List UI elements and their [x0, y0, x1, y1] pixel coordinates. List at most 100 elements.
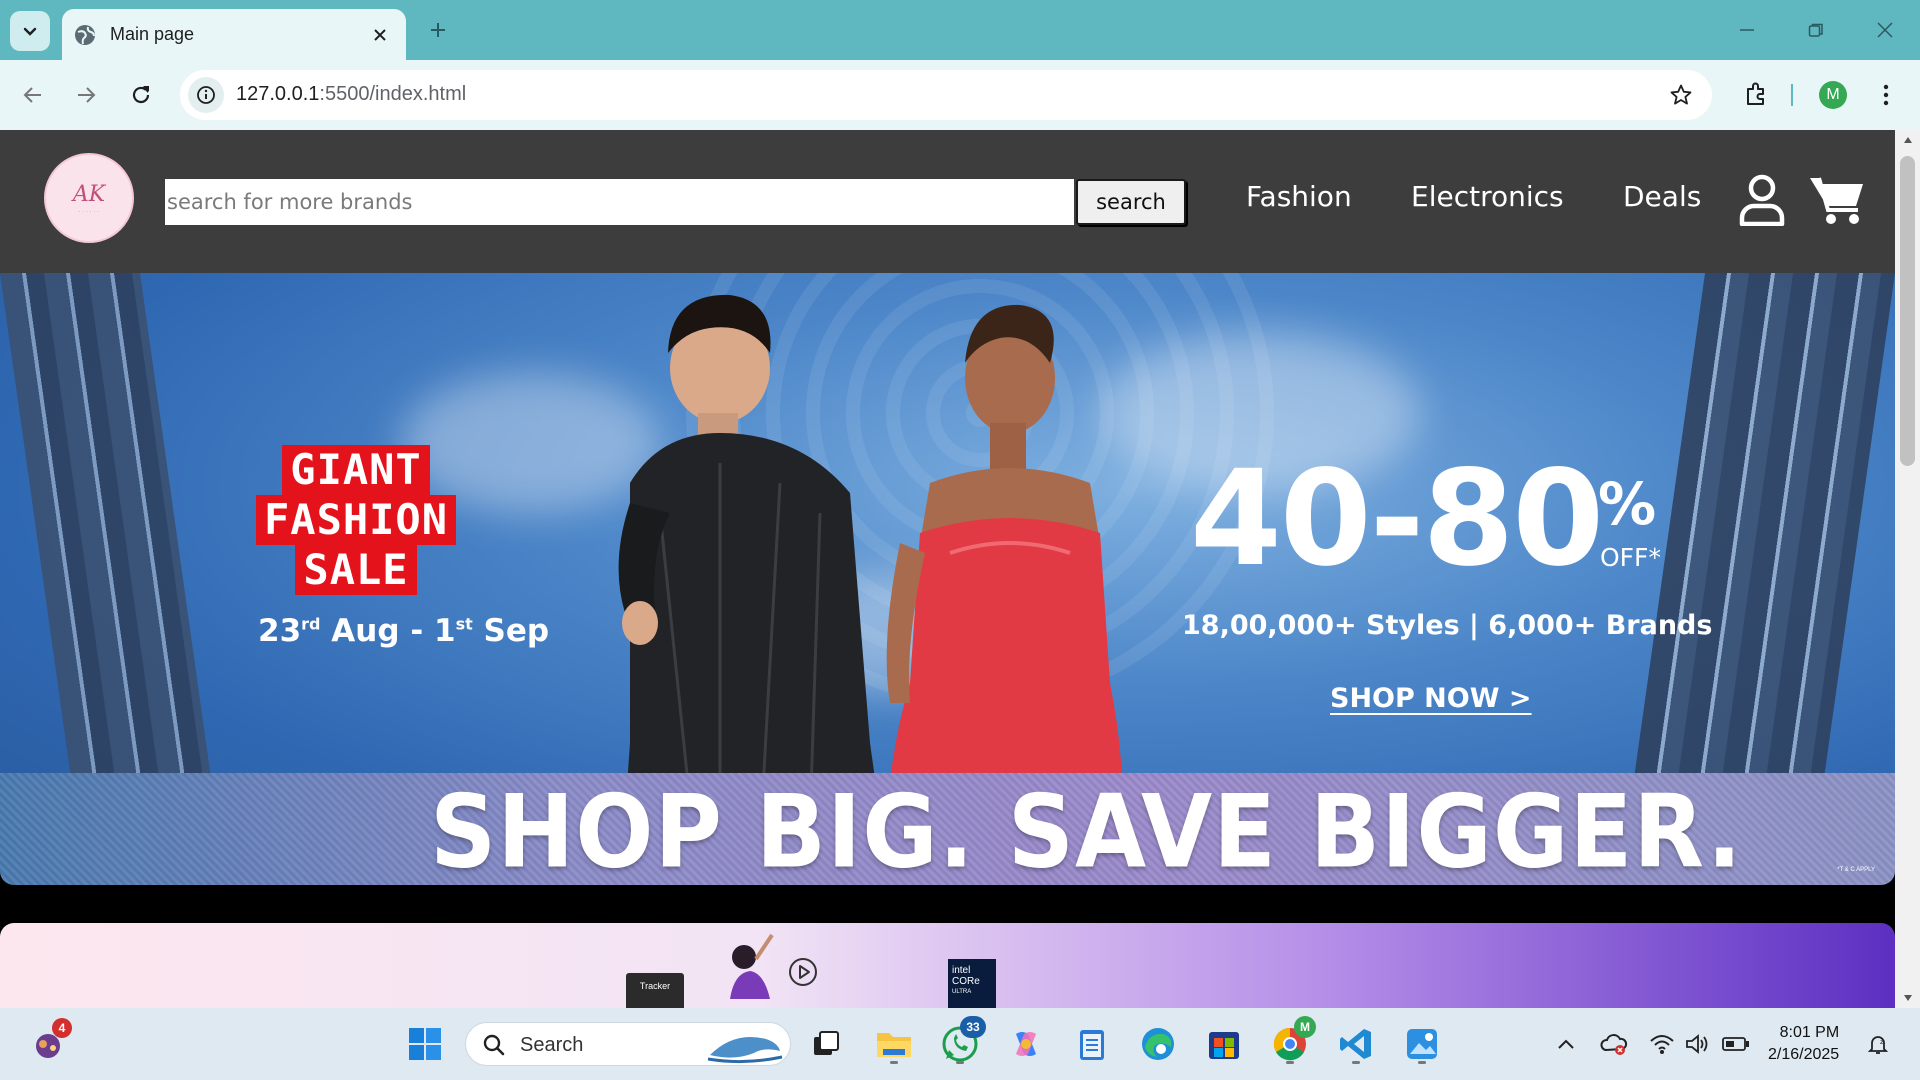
widgets-badge: 4	[52, 1018, 72, 1038]
logo-monogram: AK	[72, 181, 106, 207]
sale-line: FASHION	[256, 495, 457, 545]
photos-icon	[1407, 1029, 1437, 1059]
site-info-button[interactable]	[188, 77, 224, 113]
url-text[interactable]: 127.0.0.1:5500/index.html	[236, 83, 466, 106]
chevron-up-icon	[1558, 1039, 1574, 1049]
page-scrollbar[interactable]	[1895, 130, 1920, 1008]
tab-close-button[interactable]	[364, 19, 396, 51]
photos-button[interactable]	[1400, 1022, 1444, 1066]
address-bar[interactable]: 127.0.0.1:5500/index.html	[180, 70, 1712, 120]
minimize-icon	[1740, 29, 1754, 31]
edge-button[interactable]	[1136, 1022, 1180, 1066]
nav-deals[interactable]: Deals	[1623, 180, 1701, 213]
notifications-button[interactable]: z	[1864, 1030, 1892, 1058]
browser-menu-button[interactable]	[1868, 77, 1904, 113]
tab-title: Main page	[110, 24, 195, 44]
reload-icon	[132, 86, 150, 104]
volume-status[interactable]	[1684, 1030, 1712, 1058]
running-indicator	[1352, 1061, 1360, 1064]
windows-taskbar: 4 Search 33 M 8:01 PM 2/16/2025 z	[0, 1008, 1920, 1080]
file-explorer-button[interactable]	[872, 1022, 916, 1066]
scroll-up-button[interactable]	[1895, 130, 1920, 150]
site-logo[interactable]: AK · · · · · ·	[44, 153, 134, 243]
wifi-icon	[1650, 1035, 1674, 1054]
close-window-button[interactable]	[1860, 10, 1910, 50]
vscode-button[interactable]	[1334, 1022, 1378, 1066]
hero-tagline: SHOP BIG. SAVE BIGGER.	[430, 773, 1743, 885]
caret-up-icon	[1903, 137, 1912, 143]
building-right-image	[1634, 273, 1895, 773]
tracker-device-image: Tracker	[626, 973, 684, 1008]
widgets-button[interactable]: 4	[26, 1018, 72, 1066]
edge-icon	[1142, 1028, 1174, 1060]
discount-off-label: OFF*	[1600, 543, 1661, 572]
chrome-button[interactable]: M	[1268, 1016, 1316, 1066]
task-view-button[interactable]	[804, 1022, 848, 1066]
clock-date: 2/16/2025	[1768, 1046, 1840, 1063]
styles-brands-count: 18,00,000+ Styles | 6,000+ Brands	[1182, 610, 1713, 641]
date-mid2: Sep	[472, 613, 550, 649]
tab-main-page[interactable]: Main page	[62, 9, 406, 60]
chrome-profile-badge: M	[1294, 1016, 1316, 1038]
brand-search-input[interactable]	[165, 179, 1074, 225]
building-left-image	[0, 273, 211, 773]
kebab-icon	[1883, 84, 1889, 106]
user-icon[interactable]	[1738, 174, 1786, 226]
intel-line2: CORe	[952, 976, 980, 987]
notepad-button[interactable]	[1070, 1022, 1114, 1066]
taskbar-search-box[interactable]: Search	[465, 1022, 791, 1066]
discount-percent-sign: %	[1598, 470, 1657, 538]
electronics-banner[interactable]: Tracker intel CORe ULTRA	[0, 923, 1895, 1008]
sale-dates: 23rd Aug - 1st Sep	[258, 613, 549, 649]
bell-icon: z	[1867, 1036, 1889, 1054]
svg-text:z: z	[1880, 1038, 1884, 1046]
restore-icon	[1808, 23, 1823, 37]
browser-toolbar: 127.0.0.1:5500/index.html M	[0, 60, 1920, 130]
extensions-button[interactable]	[1738, 76, 1774, 112]
chevron-down-icon	[23, 27, 37, 36]
intel-line3: ULTRA	[952, 989, 972, 995]
tab-search-button[interactable]	[10, 11, 50, 51]
page-viewport: AK · · · · · · search Fashion Electronic…	[0, 130, 1895, 1008]
bookmark-button[interactable]	[1668, 82, 1694, 108]
search-highlight-dolphin-icon	[707, 1037, 783, 1064]
onedrive-status[interactable]	[1600, 1030, 1628, 1058]
play-icon[interactable]	[788, 957, 818, 987]
cart-icon[interactable]	[1808, 174, 1866, 226]
back-button[interactable]	[15, 77, 51, 113]
close-icon	[374, 28, 386, 41]
plus-icon	[431, 23, 445, 37]
notepad-icon	[1080, 1030, 1104, 1060]
nav-electronics[interactable]: Electronics	[1411, 180, 1564, 213]
intel-line1: intel	[952, 965, 971, 976]
new-tab-button[interactable]	[422, 14, 454, 46]
copilot-icon	[1016, 1032, 1036, 1056]
profile-avatar[interactable]: M	[1819, 81, 1847, 109]
reload-button[interactable]	[123, 77, 159, 113]
wifi-status[interactable]	[1648, 1030, 1676, 1058]
running-indicator	[1418, 1061, 1426, 1064]
date-mid1: Aug - 1	[320, 613, 456, 649]
scroll-thumb[interactable]	[1900, 156, 1915, 466]
scroll-down-button[interactable]	[1895, 988, 1920, 1008]
whatsapp-button[interactable]: 33	[938, 1016, 986, 1066]
search-button[interactable]: search	[1076, 179, 1186, 225]
terms-apply-note: *T & C APPLY	[1837, 867, 1875, 873]
shop-now-link[interactable]: SHOP NOW >	[1330, 683, 1532, 714]
restore-button[interactable]	[1791, 10, 1841, 50]
battery-status[interactable]	[1722, 1030, 1750, 1058]
running-indicator	[1286, 1061, 1294, 1064]
dancer-image	[730, 933, 774, 999]
minimize-button[interactable]	[1722, 10, 1772, 50]
nav-fashion[interactable]: Fashion	[1246, 180, 1352, 213]
globe-icon	[75, 24, 95, 45]
forward-button[interactable]	[68, 77, 104, 113]
system-clock[interactable]: 8:01 PM 2/16/2025	[1768, 1022, 1839, 1066]
volume-icon	[1686, 1034, 1708, 1054]
start-button[interactable]	[403, 1022, 447, 1066]
store-button[interactable]	[1202, 1022, 1246, 1066]
hero-banner[interactable]: GIANT FASHION SALE 23rd Aug - 1st Sep 40…	[0, 273, 1895, 885]
copilot-button[interactable]	[1004, 1022, 1048, 1066]
show-hidden-icons-button[interactable]	[1552, 1030, 1580, 1058]
running-indicator	[956, 1061, 964, 1064]
